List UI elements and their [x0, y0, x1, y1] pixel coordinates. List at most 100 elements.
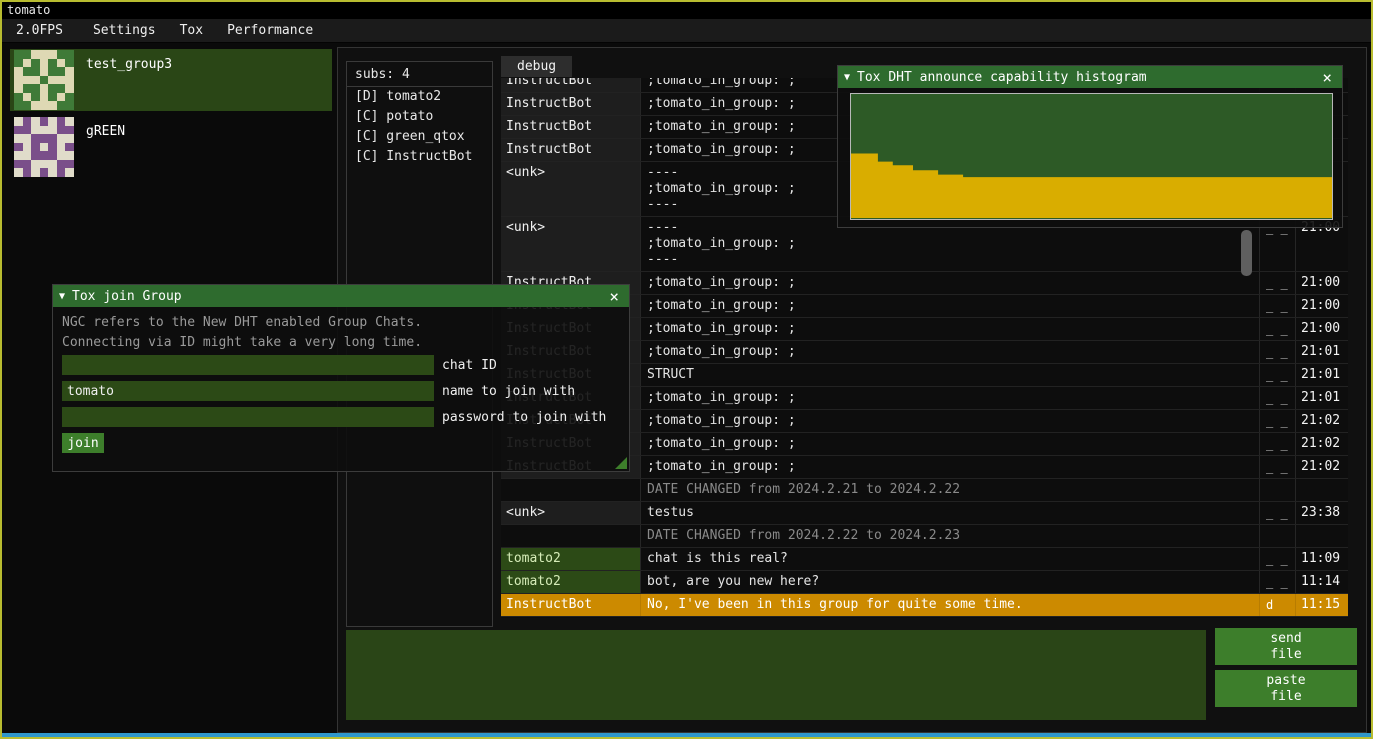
close-icon[interactable]: × [1318, 68, 1336, 87]
message-cell: ;tomato_in_group: ; [641, 272, 1260, 294]
message-row: tomato2bot, are you new here?_ _11:14 [501, 571, 1348, 594]
flags-cell: _ _ [1260, 410, 1296, 432]
time-cell: 21:01 [1296, 364, 1348, 386]
members-list: [D] tomato2[C] potato[C] green_qtox[C] I… [347, 87, 492, 167]
message-cell: chat is this real? [641, 548, 1260, 570]
histogram-plot [850, 93, 1333, 220]
message-cell: testus [641, 502, 1260, 524]
flags-cell: _ _ [1260, 318, 1296, 340]
identicon-purple-cream [14, 117, 74, 177]
window-bottom-edge [2, 733, 1371, 737]
histogram-window: ▼ Tox DHT announce capability histogram … [837, 65, 1343, 228]
join-dialog-info-line: NGC refers to the New DHT enabled Group … [62, 315, 422, 330]
flags-cell: _ _ [1260, 548, 1296, 570]
time-cell: 11:15 [1296, 594, 1348, 616]
chat-scrollbar-thumb[interactable] [1241, 230, 1252, 276]
join-group-dialog: ▼ Tox join Group × NGC refers to the New… [52, 284, 630, 472]
collapse-arrow-icon[interactable]: ▼ [844, 72, 850, 83]
fps-indicator: 2.0FPS [4, 20, 75, 41]
flags-cell [1260, 479, 1296, 501]
time-cell: 21:00 [1296, 295, 1348, 317]
histogram-window-titlebar[interactable]: ▼ Tox DHT announce capability histogram … [838, 66, 1342, 88]
resize-grip[interactable] [615, 457, 627, 469]
message-row: <unk>testus_ _23:38 [501, 502, 1348, 525]
menubar: 2.0FPS SettingsToxPerformance [2, 19, 1371, 43]
sender-cell: <unk> [501, 502, 641, 524]
flags-cell: _ _ [1260, 387, 1296, 409]
chat-id-input[interactable] [62, 355, 434, 375]
member-item[interactable]: [D] tomato2 [347, 87, 492, 107]
time-cell: 21:02 [1296, 456, 1348, 478]
time-cell: 21:02 [1296, 433, 1348, 455]
field-row: password to join with [62, 407, 606, 427]
time-cell: 11:14 [1296, 571, 1348, 593]
sender-cell: <unk> [501, 217, 641, 271]
message-cell: DATE CHANGED from 2024.2.21 to 2024.2.22 [641, 479, 1260, 501]
sender-cell: tomato2 [501, 571, 641, 593]
member-item[interactable]: [C] green_qtox [347, 127, 492, 147]
flags-cell: _ _ [1260, 272, 1296, 294]
members-header: subs: 4 [347, 62, 492, 86]
sidebar-group-test_group3[interactable]: test_group3 [10, 49, 332, 111]
field-label: chat ID [442, 358, 497, 373]
system-message-row: DATE CHANGED from 2024.2.22 to 2024.2.23 [501, 525, 1348, 548]
menu-item-tox[interactable]: Tox [168, 20, 215, 41]
name-to-join-with-input[interactable] [62, 381, 434, 401]
message-cell: bot, are you new here? [641, 571, 1260, 593]
app-root: tomato 2.0FPS SettingsToxPerformance test… [0, 0, 1373, 739]
field-label: name to join with [442, 384, 575, 399]
flags-cell: _ _ [1260, 295, 1296, 317]
time-cell: 21:02 [1296, 410, 1348, 432]
time-cell: 21:00 [1296, 272, 1348, 294]
sender-cell: tomato2 [501, 548, 641, 570]
flags-cell: d [1260, 594, 1296, 616]
join-dialog-titlebar[interactable]: ▼ Tox join Group × [53, 285, 629, 307]
histogram-area-series [851, 94, 1332, 219]
collapse-arrow-icon[interactable]: ▼ [59, 291, 65, 302]
flags-cell [1260, 525, 1296, 547]
window-titlebar[interactable]: tomato [2, 2, 1371, 19]
message-cell: No, I've been in this group for quite so… [641, 594, 1260, 616]
flags-cell: _ _ [1260, 341, 1296, 363]
time-cell: 11:09 [1296, 548, 1348, 570]
sender-cell [501, 525, 641, 547]
menu-item-performance[interactable]: Performance [215, 20, 325, 41]
sender-cell: <unk> [501, 162, 641, 216]
group-name: gREEN [86, 124, 125, 178]
field-row: chat ID [62, 355, 497, 375]
field-label: password to join with [442, 410, 606, 425]
password-to-join-with-input[interactable] [62, 407, 434, 427]
member-item[interactable]: [C] potato [347, 107, 492, 127]
message-input[interactable] [346, 630, 1206, 720]
join-dialog-info-line: Connecting via ID might take a very long… [62, 335, 422, 350]
flags-cell: _ _ [1260, 456, 1296, 478]
close-icon[interactable]: × [605, 287, 623, 306]
flags-cell: _ _ [1260, 571, 1296, 593]
time-cell: 21:01 [1296, 341, 1348, 363]
tab-debug[interactable]: debug [501, 56, 572, 77]
paste-file-button[interactable]: paste file [1215, 670, 1357, 707]
message-cell: ;tomato_in_group: ; [641, 456, 1260, 478]
sender-cell: InstructBot [501, 116, 641, 138]
sender-cell: InstructBot [501, 93, 641, 115]
sidebar-group-green[interactable]: gREEN [10, 116, 332, 178]
join-button[interactable]: join [62, 433, 104, 453]
field-row: name to join with [62, 381, 575, 401]
flags-cell: _ _ [1260, 433, 1296, 455]
time-cell: 23:38 [1296, 502, 1348, 524]
sender-cell [501, 479, 641, 501]
message-cell: ;tomato_in_group: ; [641, 318, 1260, 340]
menu-item-settings[interactable]: Settings [81, 20, 168, 41]
message-cell: ;tomato_in_group: ; [641, 295, 1260, 317]
message-cell: ;tomato_in_group: ; [641, 341, 1260, 363]
histogram-window-title: Tox DHT announce capability histogram [857, 70, 1318, 85]
send-file-button[interactable]: send file [1215, 628, 1357, 665]
group-name: test_group3 [86, 57, 172, 111]
message-cell: DATE CHANGED from 2024.2.22 to 2024.2.23 [641, 525, 1260, 547]
time-cell: 21:01 [1296, 387, 1348, 409]
message-row: InstructBotNo, I've been in this group f… [501, 594, 1348, 617]
member-item[interactable]: [C] InstructBot [347, 147, 492, 167]
flags-cell: _ _ [1260, 502, 1296, 524]
identicon-green-cream [14, 50, 74, 110]
message-cell: STRUCT [641, 364, 1260, 386]
